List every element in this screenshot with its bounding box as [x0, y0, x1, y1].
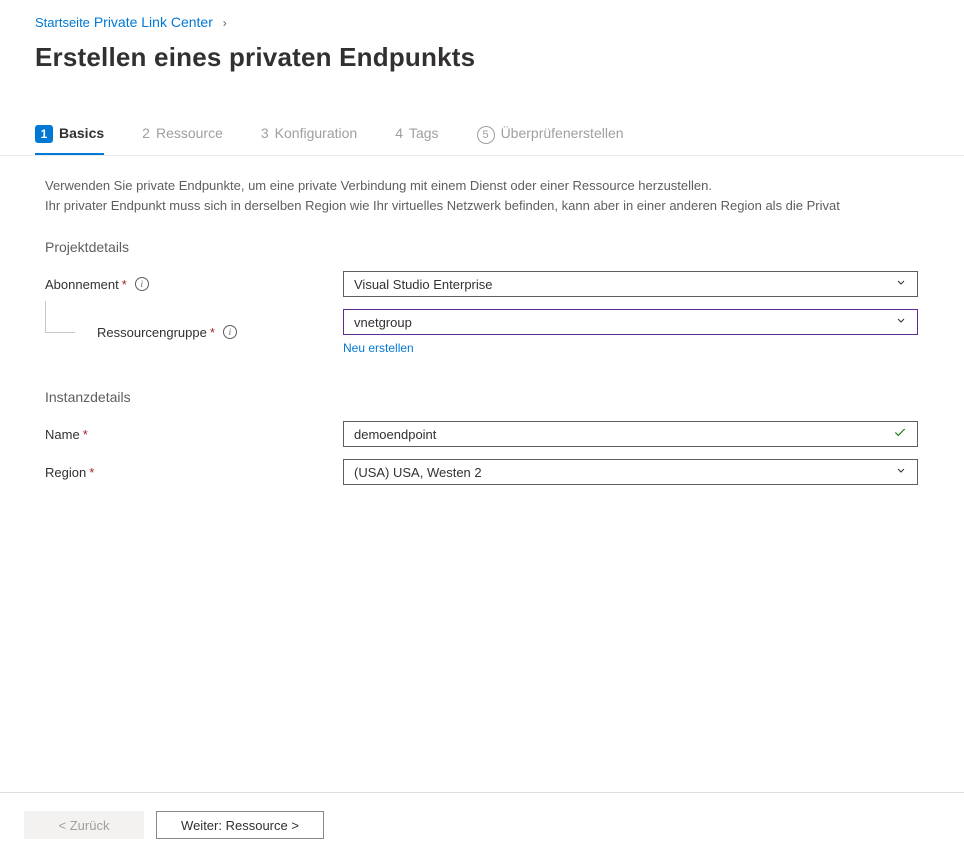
tab-resource[interactable]: 2 Ressource	[142, 125, 223, 151]
tab-review[interactable]: 5 Überprüfenerstellen	[477, 125, 624, 154]
subscription-value: Visual Studio Enterprise	[354, 277, 493, 292]
info-icon[interactable]: i	[223, 325, 237, 339]
step-badge-1: 1	[35, 125, 53, 143]
breadcrumb: Startseite Private Link Center ›	[0, 0, 964, 30]
tab-tags[interactable]: 4 Tags	[395, 125, 438, 151]
tab-label-resource: Ressource	[156, 125, 223, 141]
required-indicator: *	[210, 325, 215, 340]
label-region: Region *	[45, 465, 343, 480]
chevron-right-icon: ›	[223, 16, 227, 30]
name-input[interactable]	[354, 427, 887, 442]
required-indicator: *	[83, 427, 88, 442]
wizard-tabs: 1 Basics 2 Ressource 3 Konfiguration 4 T…	[0, 125, 964, 155]
tab-basics[interactable]: 1 Basics	[35, 125, 104, 155]
footer: < Zurück Weiter: Ressource >	[0, 792, 964, 857]
indent-line	[45, 301, 75, 333]
page-title: Erstellen eines privaten Endpunkts	[35, 42, 964, 73]
chevron-down-icon	[895, 315, 907, 330]
back-button: < Zurück	[24, 811, 144, 839]
label-resource-group-text: Ressourcengruppe	[97, 325, 207, 340]
resource-group-select[interactable]: vnetgroup	[343, 309, 918, 335]
breadcrumb-home[interactable]: Startseite	[35, 15, 90, 30]
resource-group-value: vnetgroup	[354, 315, 412, 330]
label-resource-group: Ressourcengruppe * i	[45, 325, 343, 340]
step-num-4: 4	[395, 125, 403, 141]
required-indicator: *	[89, 465, 94, 480]
next-button[interactable]: Weiter: Ressource >	[156, 811, 324, 839]
tab-label-basics: Basics	[59, 125, 104, 141]
label-region-text: Region	[45, 465, 86, 480]
label-name: Name *	[45, 427, 343, 442]
subscription-select[interactable]: Visual Studio Enterprise	[343, 271, 918, 297]
name-input-wrapper	[343, 421, 918, 447]
step-num-3: 3	[261, 125, 269, 141]
tab-label-review: Überprüfenerstellen	[501, 125, 624, 141]
breadcrumb-private-link[interactable]: Private Link Center	[94, 14, 213, 30]
create-new-link[interactable]: Neu erstellen	[343, 341, 414, 355]
description: Verwenden Sie private Endpunkte, um eine…	[45, 176, 964, 215]
required-indicator: *	[122, 277, 127, 292]
info-icon[interactable]: i	[135, 277, 149, 291]
chevron-down-icon	[895, 277, 907, 292]
check-icon	[893, 426, 907, 443]
step-circle-5: 5	[477, 126, 495, 144]
label-subscription: Abonnement * i	[45, 277, 343, 292]
step-num-2: 2	[142, 125, 150, 141]
region-select[interactable]: (USA) USA, Westen 2	[343, 459, 918, 485]
label-subscription-text: Abonnement	[45, 277, 119, 292]
chevron-down-icon	[895, 465, 907, 480]
tab-label-tags: Tags	[409, 125, 439, 141]
section-project-details: Projektdetails	[45, 239, 964, 255]
description-line1: Verwenden Sie private Endpunkte, um eine…	[45, 176, 964, 196]
tab-configuration[interactable]: 3 Konfiguration	[261, 125, 357, 151]
tab-label-configuration: Konfiguration	[275, 125, 358, 141]
section-instance-details: Instanzdetails	[45, 389, 964, 405]
label-name-text: Name	[45, 427, 80, 442]
description-line2: Ihr privater Endpunkt muss sich in derse…	[45, 196, 964, 216]
region-value: (USA) USA, Westen 2	[354, 465, 482, 480]
